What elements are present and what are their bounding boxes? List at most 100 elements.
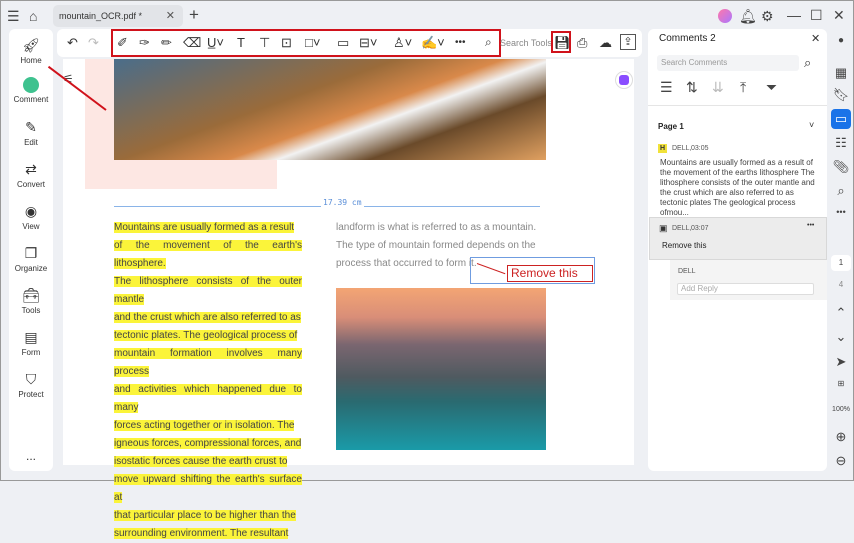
collapse-icon[interactable]: ⤒ (740, 79, 746, 95)
sidebar-item-convert[interactable]: ⇄ Convert (9, 161, 53, 189)
comment-icon (23, 77, 39, 93)
more-icon[interactable]: ••• (831, 207, 851, 217)
search-icon[interactable]: ⌕ (804, 55, 811, 71)
zoom-out-icon[interactable]: ⊖ (831, 453, 851, 469)
add-reply-input[interactable]: Add Reply (677, 283, 814, 295)
shape-icon[interactable]: □˅ (305, 35, 320, 50)
sidebar-item-home[interactable]: 🚀︎ Home (9, 37, 53, 65)
ai-assistant-icon[interactable] (615, 71, 633, 89)
search-tools-input[interactable]: Search Tools (500, 38, 552, 48)
sidebar-label: Protect (18, 390, 44, 399)
outline-icon[interactable]: ☷ (831, 135, 851, 151)
highlighted-line: mountain formation involves many process (114, 348, 302, 377)
sidebar-label: Form (21, 348, 41, 357)
sidebar-label: Home (20, 56, 42, 65)
chevron-down-icon[interactable]: ˅ (809, 120, 814, 130)
highlight-icon[interactable]: ✐ (117, 35, 128, 51)
print-icon[interactable]: ⎙ (577, 35, 587, 51)
close-window-icon[interactable]: ✕ (833, 7, 845, 23)
total-pages: 4 (838, 280, 844, 289)
search-comments-input[interactable]: Search Comments (657, 55, 799, 71)
sidebar-item-tools[interactable]: 🧰︎ Tools (9, 287, 53, 315)
zoom-level[interactable]: 100% (831, 406, 851, 413)
undo-icon[interactable]: ↶ (67, 35, 78, 51)
search-icon[interactable]: ⌕ (831, 183, 851, 199)
chevron-down-icon[interactable]: ⌄ (831, 329, 851, 345)
sidebar-label: Tools (21, 306, 41, 315)
sidebar-item-comment[interactable]: Comment (9, 77, 53, 104)
text-line: that particular place to be higher than … (114, 507, 302, 525)
line: landform is what is referred to as a mou… (336, 222, 537, 233)
form-icon: ▤ (24, 329, 38, 345)
reply-author: DELL (678, 268, 696, 275)
stamp-icon[interactable]: ♙˅ (393, 35, 412, 51)
bookmark-icon[interactable]: 🔖︎ (831, 87, 851, 103)
bell-icon[interactable]: 🔔︎ (739, 8, 757, 24)
rocket-icon: 🚀︎ (22, 37, 40, 53)
text-icon[interactable]: T (237, 35, 245, 50)
text-line: The type of mountain formed depends on t… (336, 237, 547, 255)
left-sidebar: 🚀︎ Home Comment ✎ Edit ⇄ Convert ◉ View ❐ Org… (9, 29, 53, 471)
document-tab[interactable]: mountain_OCR.pdf * ✕ (53, 5, 183, 27)
close-tab-icon[interactable]: ✕ (166, 9, 175, 22)
comment-item-selected[interactable]: ▣ DELL, 03:07 ••• Remove this (649, 217, 827, 260)
sort-down-icon[interactable]: ⇊ (712, 79, 724, 95)
title-bar: ☰ ⌂ mountain_OCR.pdf * ✕ + 🔔︎ ⚙ — ☐ ✕ (1, 1, 854, 31)
minimize-icon[interactable]: — (787, 7, 801, 23)
text-line: tectonic plates. The geological process … (114, 327, 302, 345)
chevron-up-icon[interactable]: ⌃ (831, 305, 851, 321)
thumbnails-icon[interactable]: ▦ (831, 65, 851, 81)
attachment-icon[interactable]: 📎︎ (831, 159, 851, 175)
callout-textbox[interactable]: Remove this (507, 265, 593, 282)
list-icon[interactable]: ☰ (660, 79, 673, 95)
comment-time: 03:07 (691, 225, 709, 232)
actual-size-icon[interactable]: ⊞ (831, 379, 851, 388)
highlighted-text[interactable]: Mountains are usually formed as a result… (114, 219, 302, 543)
measure-icon[interactable]: ⊟˅ (359, 35, 377, 51)
sidebar-item-form[interactable]: ▤ Form (9, 329, 53, 357)
text-line: The lithosphere consists of the outer ma… (114, 273, 302, 309)
current-page[interactable]: 1 (831, 255, 851, 271)
highlighted-line: tectonic plates. The geological process … (114, 330, 298, 341)
upload-cloud-icon[interactable]: ☁ (599, 35, 612, 51)
highlighted-line: The lithosphere consists of the outer ma… (114, 276, 302, 305)
callout-icon[interactable]: ⊡ (281, 35, 292, 51)
comment-more-button[interactable]: ••• (807, 222, 814, 229)
mountain-photo-top (114, 59, 546, 160)
textbox-icon[interactable]: ⊤ (259, 35, 270, 51)
redo-icon[interactable]: ↷ (88, 35, 99, 51)
gear-icon[interactable]: ⚙ (761, 8, 774, 24)
more-button[interactable]: ... (9, 449, 53, 463)
underline-icon[interactable]: U̲˅ (207, 35, 224, 50)
maximize-icon[interactable]: ☐ (810, 7, 823, 23)
sidebar-item-organize[interactable]: ❐ Organize (9, 245, 53, 273)
home-icon[interactable]: ⌂ (29, 8, 37, 24)
sidebar-item-edit[interactable]: ✎ Edit (9, 119, 53, 147)
search-icon: ⌕ (485, 35, 492, 49)
more-tools-button[interactable]: ••• (455, 37, 466, 48)
filter-icon[interactable]: ⏷ (766, 79, 777, 95)
avatar[interactable] (718, 9, 732, 23)
eraser-icon[interactable]: ⌫ (183, 35, 201, 51)
zoom-in-icon[interactable]: ⊕ (831, 429, 851, 445)
sort-icon[interactable]: ⇅ (686, 79, 698, 95)
text-line: move upward shifting the earth's surface… (114, 471, 302, 507)
ai-robot-icon[interactable]: ● (831, 35, 851, 46)
share-icon[interactable]: ⇪ (620, 34, 636, 50)
menu-icon[interactable]: ☰ (7, 8, 20, 24)
comment-author: DELL, (672, 145, 692, 152)
signature-icon[interactable]: ✍˅ (421, 35, 445, 51)
pencil-icon[interactable]: ✏︎ (161, 35, 172, 51)
sticky-note-icon[interactable]: ▭ (337, 35, 349, 51)
new-tab-icon[interactable]: + (189, 6, 199, 23)
comments-panel-icon[interactable]: ▭ (831, 109, 851, 129)
select-cursor-icon[interactable]: ➤ (831, 354, 851, 370)
save-icon[interactable]: 💾︎ (554, 35, 571, 51)
comment-text: Mountains are usually formed as a result… (660, 158, 815, 217)
close-comments-icon[interactable]: ✕ (811, 32, 820, 45)
comment-item[interactable]: H DELL, 03:05 Mountains are usually form… (648, 139, 827, 217)
sidebar-item-view[interactable]: ◉ View (9, 203, 53, 231)
area-highlight-icon[interactable]: ✑ (139, 35, 150, 51)
sidebar-label: View (22, 222, 40, 231)
sidebar-item-protect[interactable]: ⛉ Protect (9, 371, 53, 399)
